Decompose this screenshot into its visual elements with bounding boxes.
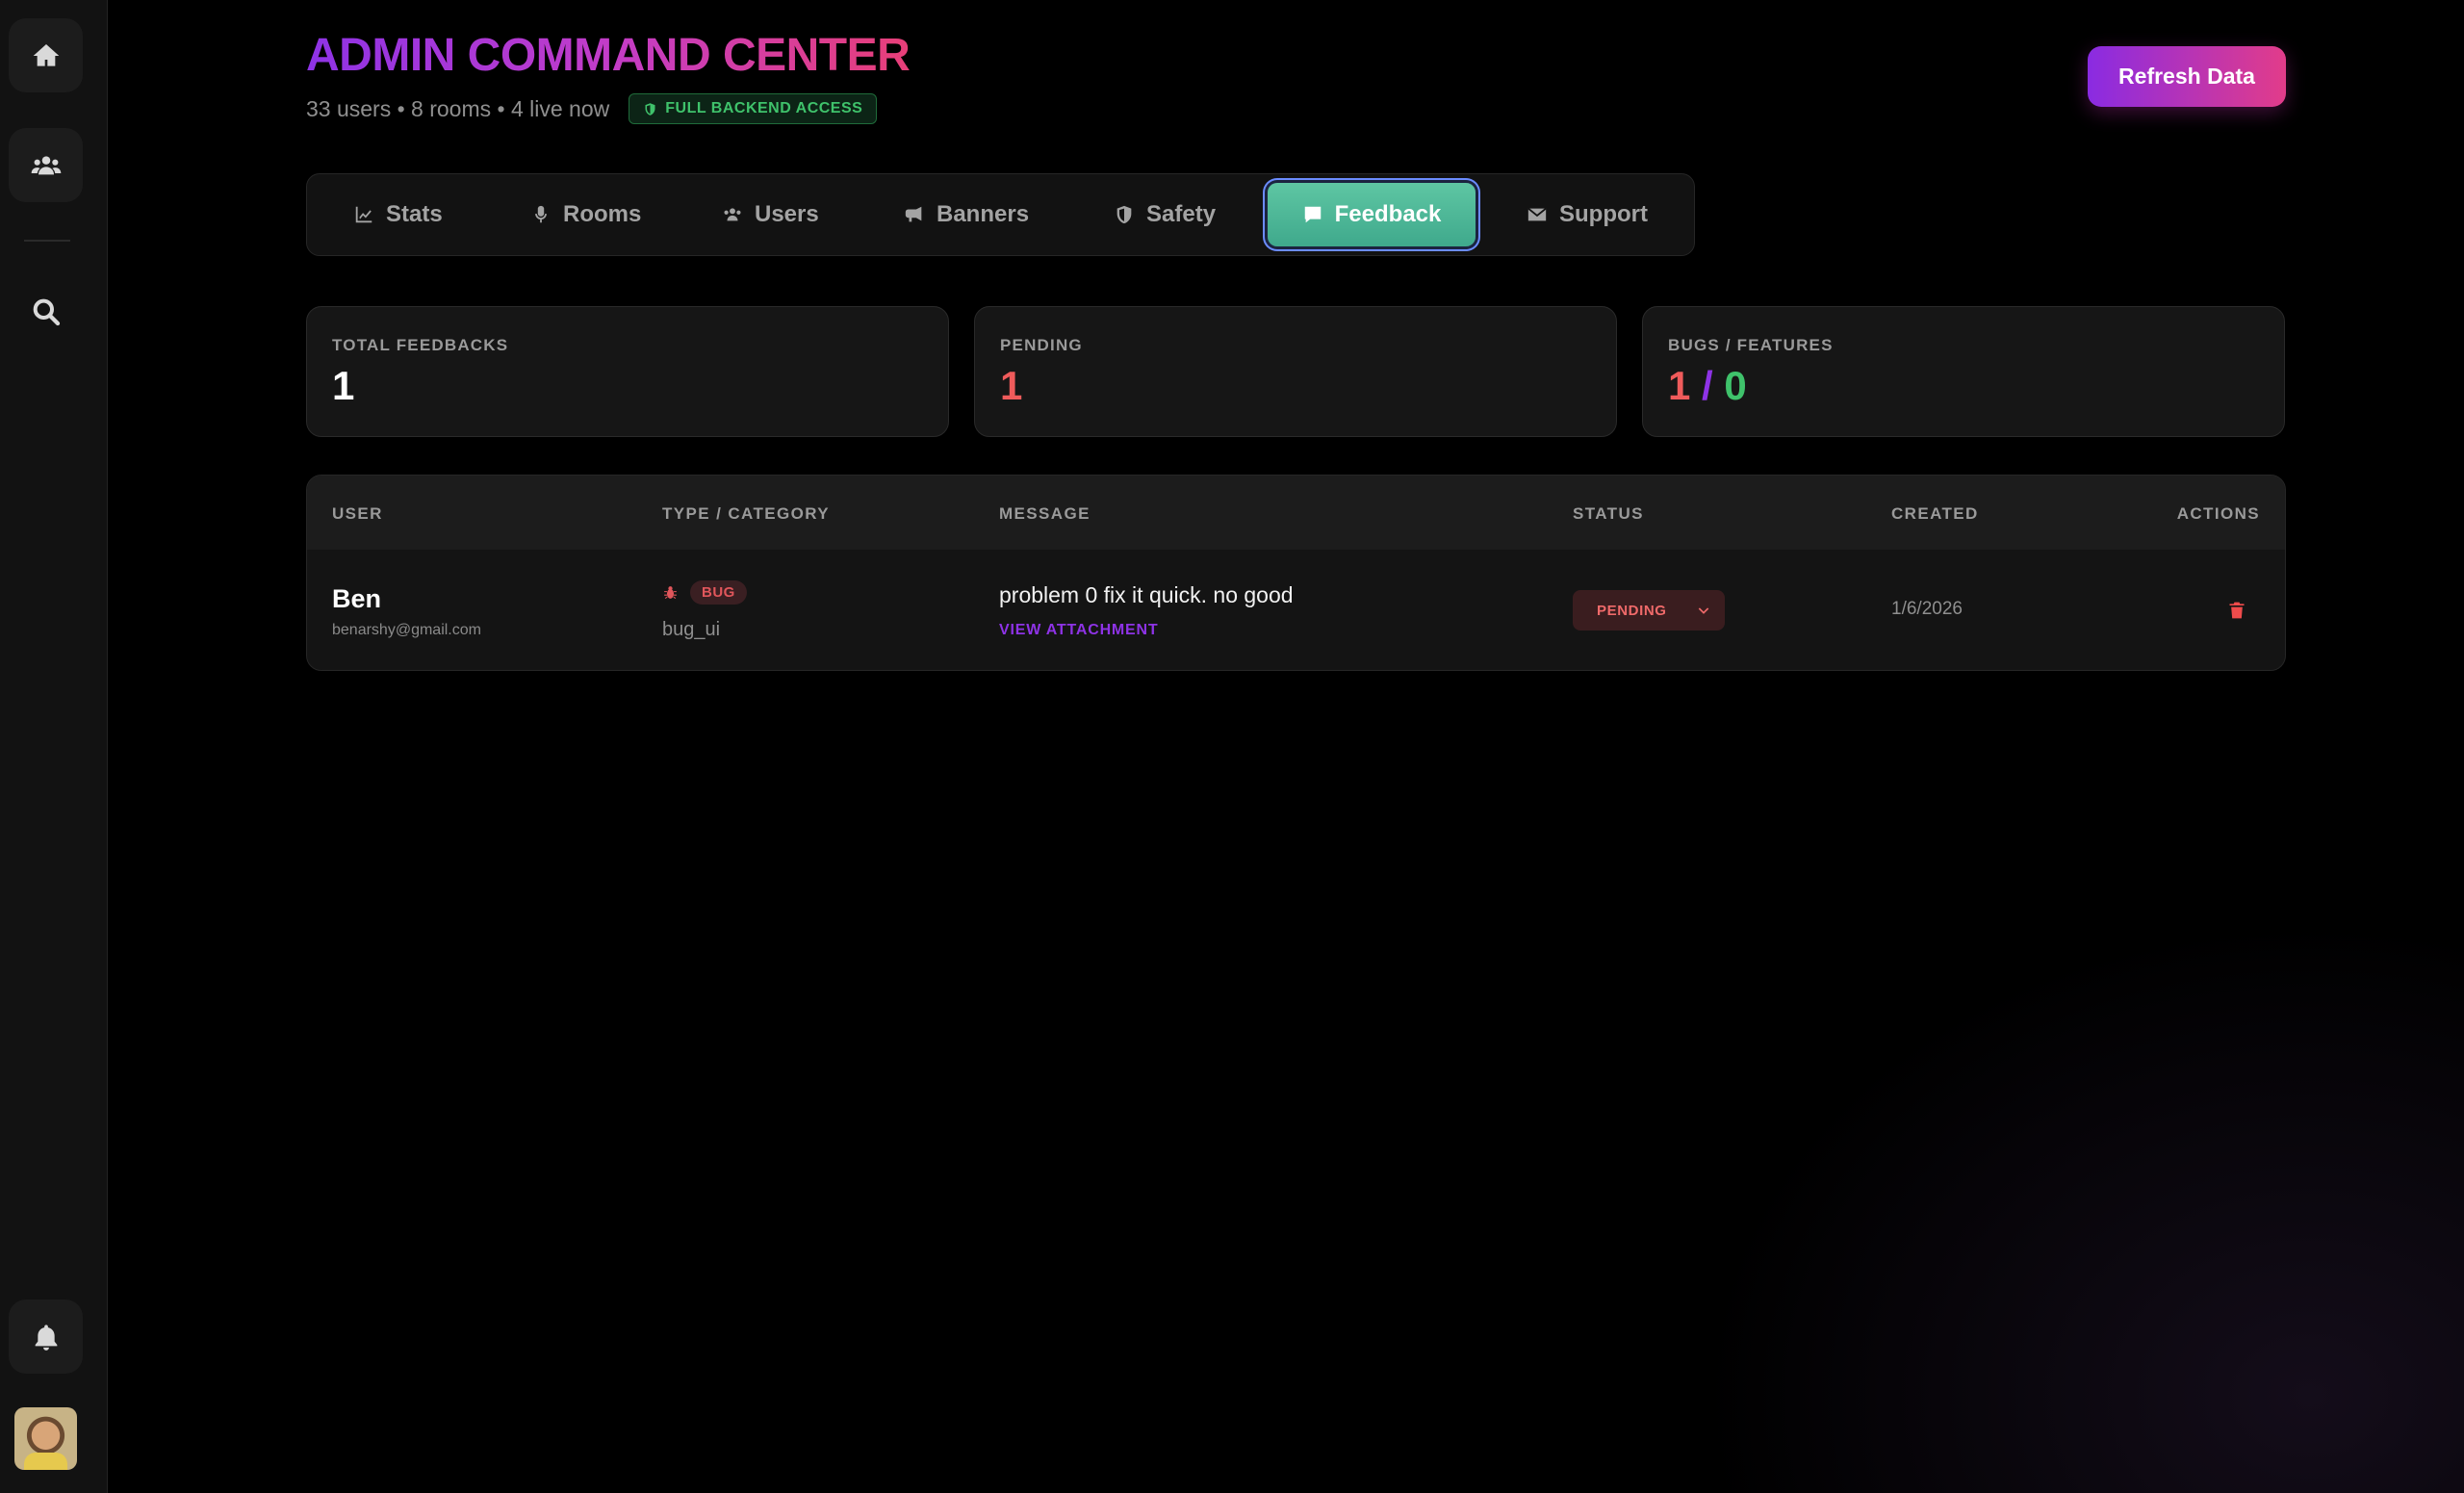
created-date: 1/6/2026	[1891, 599, 1963, 619]
users-icon	[724, 208, 741, 221]
tab-safety-label: Safety	[1146, 201, 1217, 227]
tab-bar: Stats Rooms Users Banners Safety Feedbac…	[306, 173, 1695, 256]
avatar[interactable]	[14, 1407, 77, 1470]
message-text: problem 0 fix it quick. no good	[999, 582, 1294, 607]
type-badge: BUG	[690, 580, 747, 605]
notifications-button[interactable]	[9, 1300, 83, 1374]
user-email: benarshy@gmail.com	[332, 622, 481, 638]
pending-label: PENDING	[1000, 336, 1083, 354]
user-name: Ben	[332, 584, 382, 613]
summary-text: 33 users • 8 rooms • 4 live now	[306, 95, 610, 121]
pending-card: PENDING 1	[974, 306, 1617, 437]
pending-value: 1	[1000, 363, 1023, 408]
page-title: ADMIN COMMAND CENTER	[306, 30, 911, 81]
home-button[interactable]	[9, 18, 83, 92]
features-count: 0	[1724, 363, 1747, 408]
bullhorn-icon	[905, 206, 922, 222]
status-select[interactable]: PENDING	[1573, 590, 1725, 631]
table-header: USER TYPE / CATEGORY MESSAGE STATUS CREA…	[307, 476, 2285, 550]
refresh-data-button[interactable]: Refresh Data	[2088, 46, 2286, 107]
search-button[interactable]	[9, 274, 83, 348]
header-message: MESSAGE	[999, 504, 1091, 523]
header-user: USER	[332, 504, 383, 523]
chart-line-icon	[355, 206, 372, 223]
bugs-features-card: BUGS / FEATURES 1 / 0	[1642, 306, 2285, 437]
users-icon	[31, 155, 61, 174]
shield-icon	[1116, 205, 1132, 224]
header-actions: ACTIONS	[2176, 504, 2260, 523]
tab-rooms-label: Rooms	[563, 201, 642, 227]
table-row: Ben benarshy@gmail.com BUG bug_ui proble…	[307, 550, 2285, 670]
community-button[interactable]	[9, 128, 83, 202]
tab-rooms[interactable]: Rooms	[530, 183, 641, 246]
header-status: STATUS	[1573, 504, 1644, 523]
header-type-category: TYPE / CATEGORY	[662, 504, 831, 523]
tab-users[interactable]: Users	[722, 183, 819, 246]
tab-banners-label: Banners	[937, 201, 1030, 227]
feedback-table: USER TYPE / CATEGORY MESSAGE STATUS CREA…	[306, 475, 2286, 671]
tab-users-label: Users	[755, 201, 819, 227]
delete-button[interactable]	[2227, 600, 2246, 626]
microphone-icon	[535, 205, 547, 223]
sidebar	[0, 0, 108, 1493]
envelope-icon	[1527, 207, 1547, 221]
chevron-down-icon	[1698, 607, 1709, 614]
search-icon	[33, 298, 60, 325]
tab-stats[interactable]: Stats	[353, 183, 443, 246]
category-text: bug_ui	[662, 619, 721, 640]
tab-support[interactable]: Support	[1527, 183, 1648, 246]
tab-feedback[interactable]: Feedback	[1268, 183, 1476, 246]
access-badge: FULL BACKEND ACCESS	[629, 93, 878, 124]
tab-stats-label: Stats	[386, 201, 443, 227]
total-feedbacks-card: TOTAL FEEDBACKS 1	[306, 306, 949, 437]
access-badge-label: FULL BACKEND ACCESS	[665, 100, 863, 116]
trash-icon	[2229, 602, 2245, 619]
total-feedbacks-value: 1	[332, 363, 355, 408]
bugs-features-label: BUGS / FEATURES	[1668, 336, 1834, 354]
view-attachment-link[interactable]: VIEW ATTACHMENT	[999, 622, 1158, 639]
tab-support-label: Support	[1559, 201, 1648, 227]
total-feedbacks-label: TOTAL FEEDBACKS	[332, 336, 509, 354]
type-badge-group: BUG	[662, 580, 747, 605]
sidebar-divider	[24, 240, 70, 242]
comment-icon	[1304, 206, 1321, 223]
shield-icon	[645, 102, 655, 116]
bug-icon	[664, 586, 677, 600]
status-value: PENDING	[1597, 602, 1667, 619]
header-created: CREATED	[1891, 504, 1979, 523]
tab-banners[interactable]: Banners	[904, 183, 1029, 246]
header-subline: 33 users • 8 rooms • 4 live now FULL BAC…	[306, 93, 878, 124]
home-icon	[33, 43, 59, 66]
bell-icon	[35, 1324, 57, 1351]
bugs-features-value: 1 / 0	[1668, 363, 1747, 409]
bugs-features-separator: /	[1702, 363, 1713, 408]
tab-feedback-label: Feedback	[1334, 201, 1442, 227]
bugs-count: 1	[1668, 363, 1691, 408]
tab-safety[interactable]: Safety	[1114, 183, 1216, 246]
